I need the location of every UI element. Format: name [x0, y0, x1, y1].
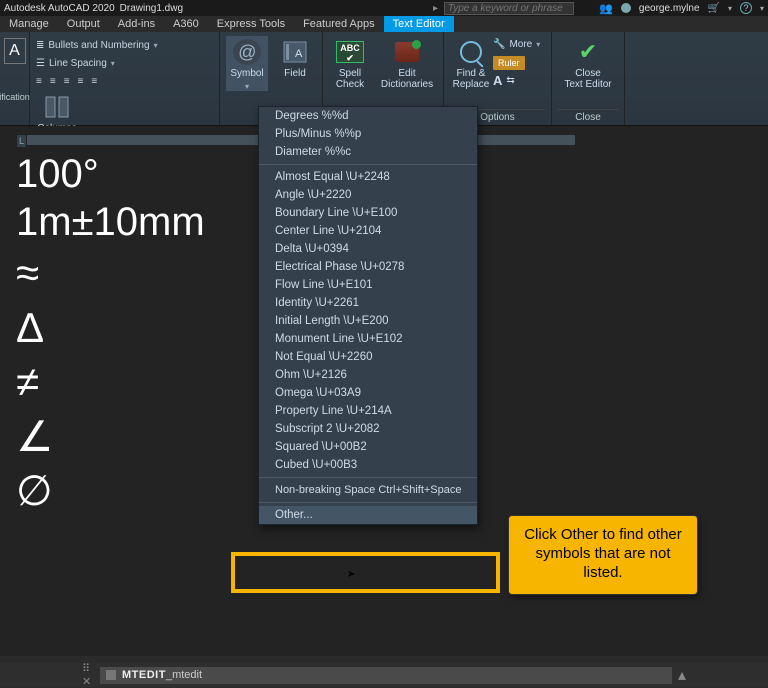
cursor-icon: ➤	[347, 569, 355, 580]
menu-item-other[interactable]: Other...	[259, 506, 477, 524]
menu-separator	[259, 164, 477, 165]
cmd-handle-icon[interactable]: ⠿ ✕	[82, 662, 100, 688]
panel-close: ✔ Close Text Editor Close	[552, 32, 625, 125]
field-icon: A	[281, 39, 309, 65]
help-icon[interactable]: ?	[740, 2, 752, 14]
cmd-icon	[106, 670, 116, 680]
align-left-icon[interactable]: ≡	[36, 76, 42, 87]
svg-text:A: A	[295, 48, 303, 60]
find-replace-button[interactable]: Find & Replace	[450, 36, 492, 90]
field-button[interactable]: A Field	[274, 36, 316, 79]
panel-paragraph: ≣Bullets and Numbering▾ ☰Line Spacing▾ ≡…	[30, 32, 220, 125]
tab-output[interactable]: Output	[58, 16, 109, 32]
menu-item-cubed[interactable]: Cubed \U+00B3	[259, 456, 477, 474]
cmd-expand-icon[interactable]: ▴	[678, 665, 686, 685]
tab-addins[interactable]: Add-ins	[109, 16, 164, 32]
title-bar: Autodesk AutoCAD 2020 Drawing1.dwg ▸ 👥 g…	[0, 0, 768, 16]
menu-item-initial-length[interactable]: Initial Length \U+E200	[259, 312, 477, 330]
file-name: Drawing1.dwg	[120, 3, 183, 14]
bullets-icon: ≣	[36, 40, 44, 51]
more-button[interactable]: 🔧More▾	[493, 36, 540, 53]
ruler-toggle[interactable]: Ruler	[493, 54, 540, 71]
menu-item-property-line[interactable]: Property Line \U+214A	[259, 402, 477, 420]
at-icon: @	[233, 39, 261, 65]
help-callout: Click Other to find other symbols that a…	[508, 515, 698, 595]
bullets-button[interactable]: ≣Bullets and Numbering▾	[36, 36, 158, 54]
command-bar[interactable]: ⠿ ✕ MTEDIT _mtedit ▴	[0, 663, 768, 687]
menu-item-plusminus[interactable]: Plus/Minus %%p	[259, 125, 477, 143]
user-name[interactable]: george.mylne	[639, 3, 700, 14]
menu-separator	[259, 502, 477, 503]
menu-item-omega[interactable]: Omega \U+03A9	[259, 384, 477, 402]
text-flow-icon: ⇆	[506, 75, 514, 86]
tab-text-editor[interactable]: Text Editor	[384, 16, 454, 32]
menu-item-flow-line[interactable]: Flow Line \U+E101	[259, 276, 477, 294]
menu-item-almost-equal[interactable]: Almost Equal \U+2248	[259, 168, 477, 186]
capital-a-icon: A	[493, 73, 502, 88]
checkmark-icon: ✔	[574, 39, 602, 65]
panel-style: A ification	[0, 32, 30, 125]
user-avatar-icon[interactable]	[621, 3, 631, 13]
command-args: _mtedit	[166, 669, 202, 681]
wrench-icon: 🔧	[493, 39, 505, 50]
command-name: MTEDIT	[122, 669, 166, 681]
align-justify-icon[interactable]: ≡	[78, 76, 84, 87]
menu-item-squared[interactable]: Squared \U+00B2	[259, 438, 477, 456]
align-center-icon[interactable]: ≡	[50, 76, 56, 87]
spellcheck-icon: ABC✔	[336, 39, 364, 65]
spell-check-button[interactable]: ABC✔ Spell Check	[329, 36, 371, 90]
dropdown-icon[interactable]: ▾	[728, 4, 732, 13]
menu-item-center[interactable]: Center Line \U+2104	[259, 222, 477, 240]
menu-item-angle[interactable]: Angle \U+2220	[259, 186, 477, 204]
menu-separator	[259, 477, 477, 478]
menu-item-boundary[interactable]: Boundary Line \U+E100	[259, 204, 477, 222]
tab-stop-icon[interactable]: L	[17, 135, 27, 147]
signin-icon[interactable]: 👥	[599, 2, 613, 15]
menu-item-nbsp[interactable]: Non-breaking Space Ctrl+Shift+Space	[259, 481, 477, 499]
dropdown-icon[interactable]: ▾	[760, 4, 764, 13]
menu-item-electrical-phase[interactable]: Electrical Phase \U+0278	[259, 258, 477, 276]
text-style-a[interactable]: A ⇆	[493, 72, 540, 89]
app-name: Autodesk AutoCAD 2020	[4, 3, 115, 14]
panel-style-label: ification	[0, 90, 30, 106]
align-right-icon[interactable]: ≡	[64, 76, 70, 87]
ruler-icon: Ruler	[493, 56, 525, 70]
symbol-dropdown-menu: Degrees %%d Plus/Minus %%p Diameter %%c …	[258, 106, 478, 525]
search-input[interactable]	[444, 2, 574, 15]
symbol-button[interactable]: @ Symbol▾	[226, 36, 268, 91]
line-spacing-icon: ☰	[36, 58, 45, 69]
ribbon-tabs: Manage Output Add-ins A360 Express Tools…	[0, 16, 768, 32]
tab-featured[interactable]: Featured Apps	[294, 16, 384, 32]
menu-item-degrees[interactable]: Degrees %%d	[259, 107, 477, 125]
cart-icon[interactable]: 🛒	[708, 3, 720, 14]
dictionary-icon	[393, 39, 421, 65]
menu-item-identity[interactable]: Identity \U+2261	[259, 294, 477, 312]
menu-item-diameter[interactable]: Diameter %%c	[259, 143, 477, 161]
line-spacing-button[interactable]: ☰Line Spacing▾	[36, 54, 158, 72]
menu-item-ohm[interactable]: Ohm \U+2126	[259, 366, 477, 384]
style-icon[interactable]: A	[4, 38, 26, 64]
tab-manage[interactable]: Manage	[0, 16, 58, 32]
menu-item-not-equal[interactable]: Not Equal \U+2260	[259, 348, 477, 366]
menu-item-subscript2[interactable]: Subscript 2 \U+2082	[259, 420, 477, 438]
tab-express[interactable]: Express Tools	[208, 16, 294, 32]
panel-close-label: Close	[558, 109, 618, 125]
menu-item-monument[interactable]: Monument Line \U+E102	[259, 330, 477, 348]
edit-dictionaries-button[interactable]: Edit Dictionaries	[377, 36, 437, 90]
align-dist-icon[interactable]: ≡	[91, 76, 97, 87]
tab-a360[interactable]: A360	[164, 16, 208, 32]
menu-item-delta[interactable]: Delta \U+0394	[259, 240, 477, 258]
keyword-search[interactable]: ▸	[433, 2, 574, 15]
find-icon	[457, 39, 485, 65]
columns-icon	[43, 94, 71, 120]
command-prompt[interactable]: MTEDIT _mtedit	[100, 667, 672, 684]
close-text-editor-button[interactable]: ✔ Close Text Editor	[558, 36, 618, 90]
